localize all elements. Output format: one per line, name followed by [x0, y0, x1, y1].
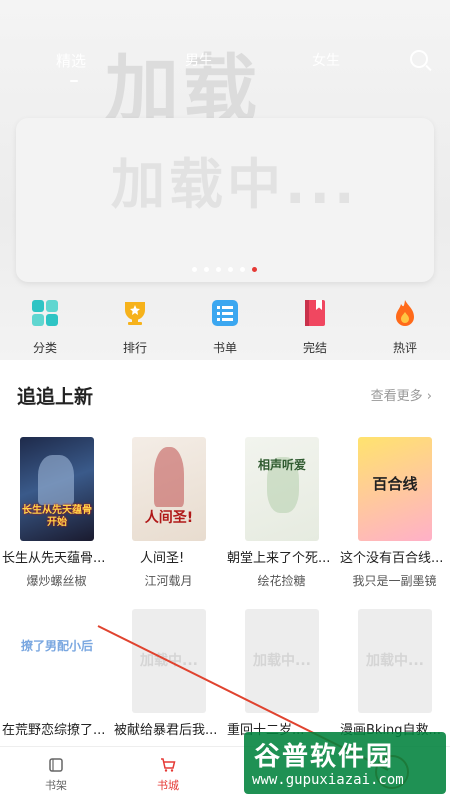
bookshelf-icon	[49, 758, 63, 772]
book-author: 我只是一副墨镜	[352, 574, 437, 588]
category-label: 排行	[122, 341, 147, 355]
carousel-dot[interactable]	[216, 267, 221, 272]
banner-placeholder: 加载中...	[111, 153, 359, 216]
carousel-dots	[192, 267, 257, 272]
book-title: 朝堂上来了个死...	[227, 551, 331, 566]
book-cover-placeholder: 加载中...	[132, 609, 206, 713]
book-title: 人间圣!	[140, 551, 185, 566]
book-cover: 人间圣!	[132, 437, 206, 541]
book-cover-placeholder: 加载中...	[358, 609, 432, 713]
nav-label: 书城	[157, 779, 179, 792]
watermark-url: www.gupuxiazai.com	[252, 772, 404, 788]
carousel-dot[interactable]	[240, 267, 245, 272]
site-watermark: 谷普软件园 www.gupuxiazai.com	[244, 732, 446, 794]
active-tab-indicator	[70, 80, 78, 82]
watermark-title: 谷普软件园	[254, 742, 395, 772]
book-cover: 相声听爱	[245, 437, 319, 541]
book-title: 被献给暴君后我...	[114, 723, 218, 738]
book-cover-placeholder: 加载中...	[245, 609, 319, 713]
see-more-link[interactable]: 查看更多 ›	[371, 385, 432, 404]
book-card[interactable]: 加载中... 被献给暴君后我...	[112, 609, 225, 738]
see-more-label: 查看更多	[370, 389, 423, 404]
category-ranking[interactable]: 排行	[90, 296, 180, 360]
flame-icon	[396, 300, 414, 326]
grid-icon	[32, 300, 58, 326]
carousel-dot[interactable]	[192, 267, 197, 272]
carousel-dot[interactable]	[228, 267, 233, 272]
book-card[interactable]: 百合线 这个没有百合线... 我只是一副墨镜	[338, 437, 450, 589]
tab-female[interactable]: 女生	[312, 50, 340, 70]
list-icon	[212, 300, 238, 326]
book-title: 这个没有百合线...	[340, 551, 444, 566]
nav-label: 书架	[45, 779, 67, 792]
book-card[interactable]: 相声听爱 朝堂上来了个死... 绘花捡糖	[225, 437, 338, 589]
book-icon	[305, 300, 325, 326]
category-label: 热评	[392, 341, 417, 355]
trophy-icon	[125, 302, 145, 325]
book-author: 爆炒螺丝椒	[26, 574, 87, 588]
cart-icon	[161, 758, 176, 772]
book-title: 在荒野恋综撩了...	[2, 723, 106, 738]
carousel-dot[interactable]	[204, 267, 209, 272]
book-card[interactable]: 撩了男配小后 在荒野恋综撩了...	[0, 609, 113, 738]
book-card[interactable]: 长生从先天蕴骨开始 长生从先天蕴骨... 爆炒螺丝椒	[0, 437, 113, 589]
cover-text: 长生从先天蕴骨开始	[22, 505, 92, 528]
book-cover: 撩了男配小后	[20, 609, 94, 713]
category-row: 分类 排行 书单 完结 热评	[0, 296, 450, 360]
section-title: 追追上新	[17, 386, 94, 408]
category-label: 分类	[32, 341, 57, 355]
category-classify[interactable]: 分类	[0, 296, 90, 360]
book-card[interactable]: 加载中... 重回十二岁...	[225, 609, 338, 738]
cover-text: 撩了男配小后	[20, 639, 93, 653]
book-card[interactable]: 人间圣! 人间圣! 江河载月	[112, 437, 225, 589]
category-completed[interactable]: 完结	[270, 296, 360, 360]
cover-text: 相声听爱	[257, 458, 306, 472]
category-booklist[interactable]: 书单	[180, 296, 270, 360]
book-cover: 百合线	[358, 437, 432, 541]
cover-text: 加载中...	[366, 653, 424, 669]
cover-text: 加载中...	[253, 653, 311, 669]
search-icon[interactable]	[410, 50, 428, 68]
category-label: 书单	[212, 341, 237, 355]
cover-text: 人间圣!	[144, 510, 194, 526]
banner-carousel[interactable]: 加载中...	[16, 118, 434, 282]
book-author: 江河载月	[144, 574, 193, 588]
cover-text: 百合线	[372, 475, 418, 493]
nav-bookstore[interactable]: 书城	[112, 747, 224, 800]
nav-bookshelf[interactable]: 书架	[0, 747, 112, 800]
book-cover: 长生从先天蕴骨开始	[20, 437, 94, 541]
chevron-right-icon: ›	[426, 389, 432, 404]
cover-text: 加载中...	[140, 653, 198, 669]
category-label: 完结	[302, 341, 327, 355]
book-title: 长生从先天蕴骨...	[2, 551, 106, 566]
book-card[interactable]: 加载中... 漫画Bking自救...	[338, 609, 450, 738]
new-books-section: 追追上新 查看更多 › 长生从先天蕴骨开始 长生从先天蕴骨... 爆炒螺丝椒 人…	[0, 360, 450, 745]
tab-male[interactable]: 男生	[185, 50, 213, 70]
top-tabs: 精选 男生 女生	[0, 46, 450, 82]
book-author: 绘花捡糖	[257, 574, 306, 588]
category-hot-review[interactable]: 热评	[360, 296, 450, 360]
tab-featured[interactable]: 精选	[56, 50, 86, 71]
carousel-dot-active[interactable]	[252, 267, 257, 272]
